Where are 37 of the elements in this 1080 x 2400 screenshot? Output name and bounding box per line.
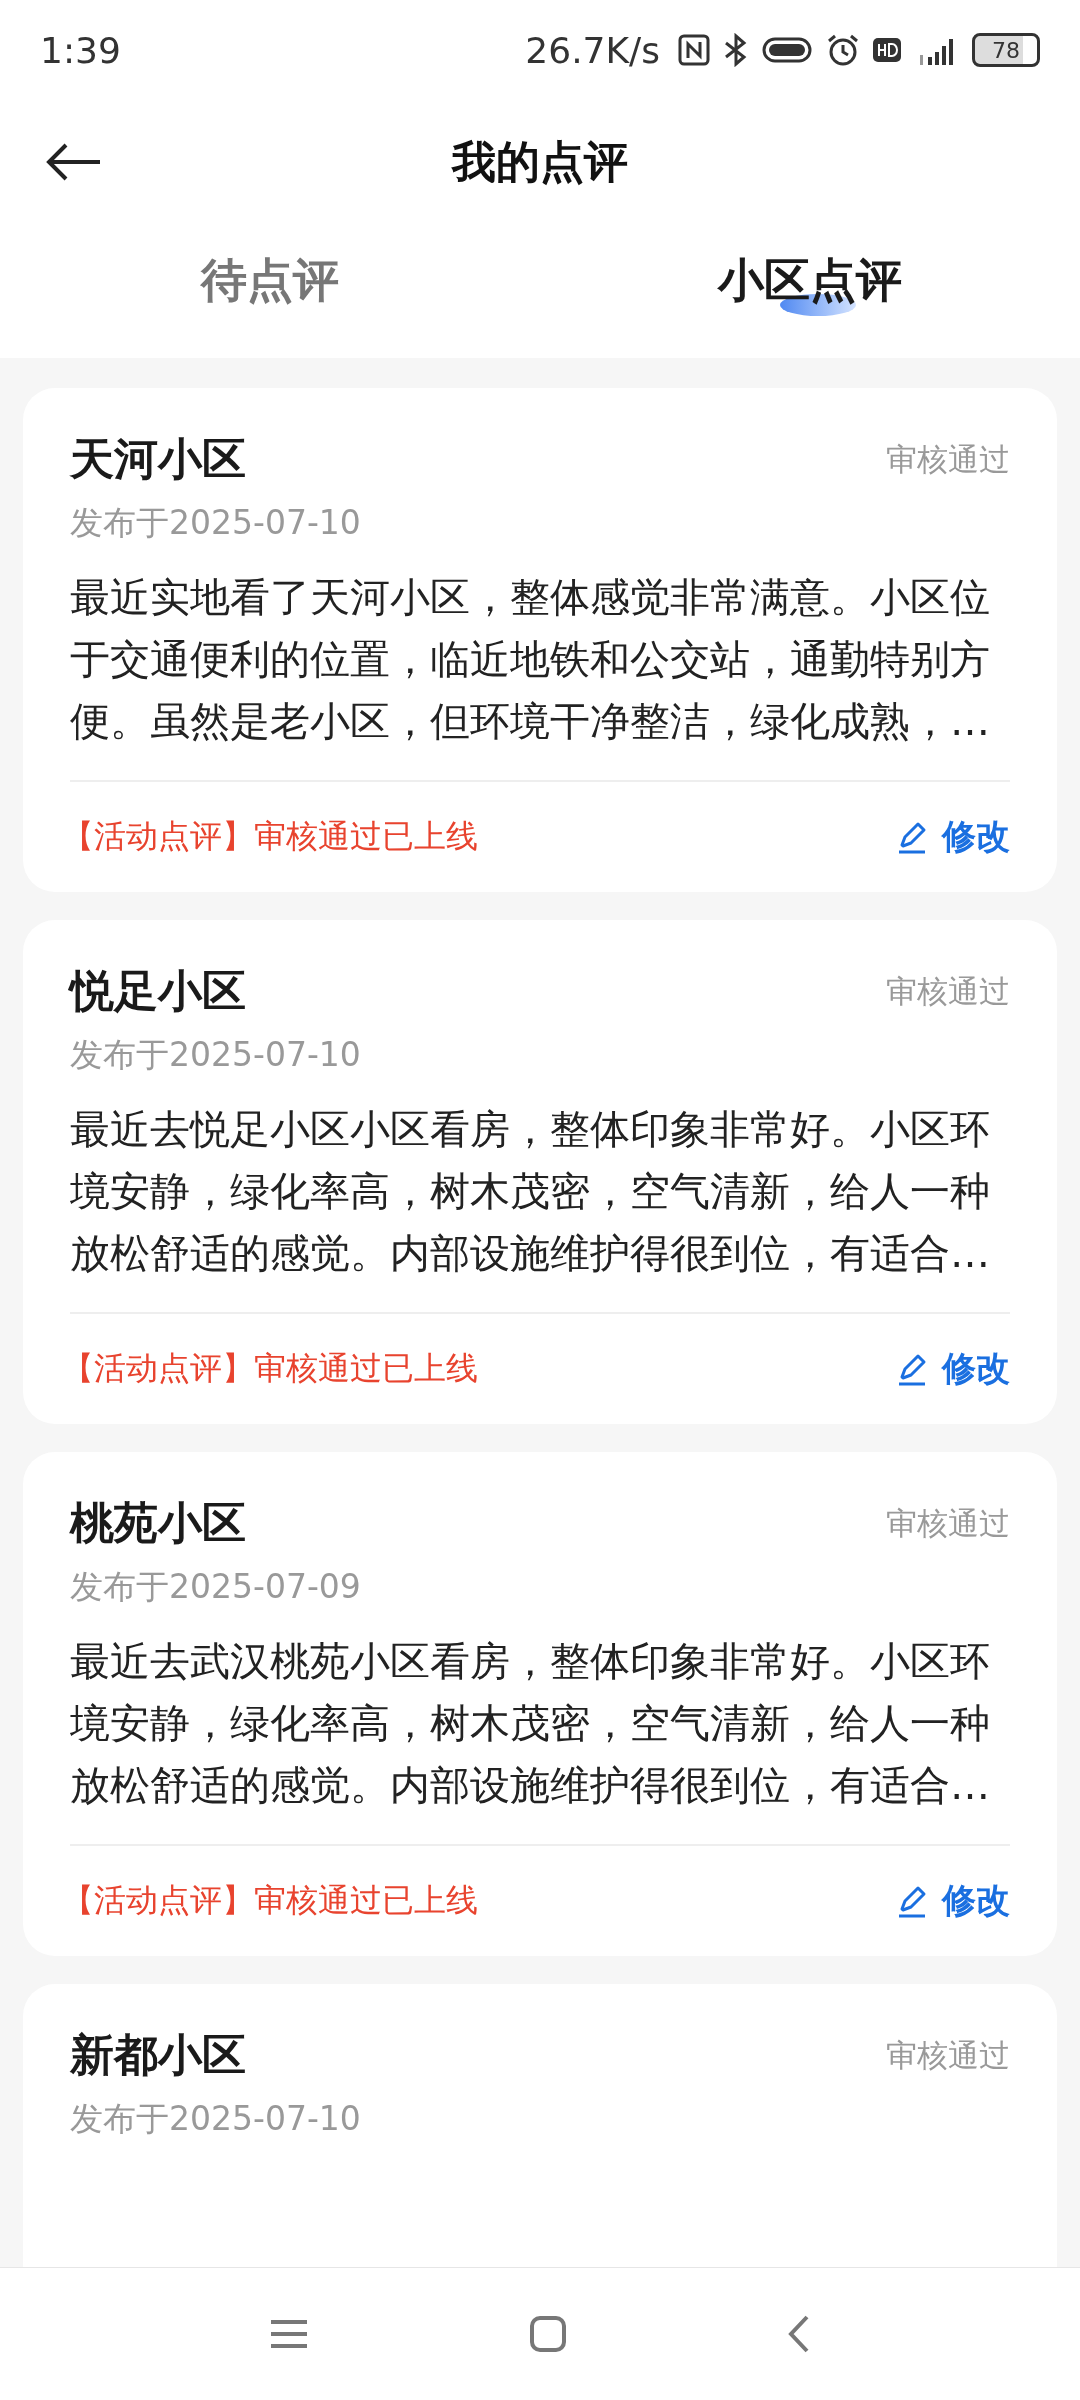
network-speed: 26.7K/s bbox=[525, 29, 660, 71]
review-note: 【活动点评】审核通过已上线 bbox=[62, 816, 478, 857]
review-card[interactable]: 天河小区 审核通过 发布于2025-07-10 最近实地看了天河小区，整体感觉非常满意。小区位于交通便利的位置，临近地铁和公交站，通勤特别方便。虽然是老小区，但环境干净整洁，绿化成熟，… 【活动点评】审核通过已上线 修改 bbox=[23, 388, 1057, 892]
review-status: 审核通过 bbox=[886, 2035, 1010, 2075]
alarm-icon bbox=[826, 33, 860, 67]
page-title: 我的点评 bbox=[452, 135, 628, 189]
community-name: 悦足小区 bbox=[70, 964, 246, 1018]
review-card[interactable]: 桃苑小区 审核通过 发布于2025-07-09 最近去武汉桃苑小区看房，整体印象非常好。小区环境安静，绿化率高，树木茂密，空气清新，给人一种放松舒适的感觉。内部设施维护得很到位，有适合… 【活动点评】审核通过已上线 修改 bbox=[23, 1452, 1057, 1956]
review-card[interactable]: 悦足小区 审核通过 发布于2025-07-10 最近去悦足小区小区看房，整体印象非常好。小区环境安静，绿化率高，树木茂密，空气清新，给人一种放松舒适的感觉。内部设施维护得很到位，有适合… 【活动点评】审核通过已上线 修改 bbox=[23, 920, 1057, 1424]
community-name: 新都小区 bbox=[70, 2028, 246, 2082]
review-text: 最近去武汉桃苑小区看房，整体印象非常好。小区环境安静，绿化率高，树木茂密，空气清新，给人一种放松舒适的感觉。内部设施维护得很到位，有适合… bbox=[70, 1637, 991, 1810]
edit-button[interactable]: 修改 bbox=[896, 814, 1010, 860]
publish-date: 发布于2025-07-09 bbox=[70, 1566, 361, 1608]
publish-date: 发布于2025-07-10 bbox=[70, 2098, 361, 2140]
review-text: 最近实地看了天河小区，整体感觉非常满意。小区位于交通便利的位置，临近地铁和公交站，通勤特别方便。虽然是老小区，但环境干净整洁，绿化成熟，… bbox=[70, 573, 991, 746]
home-icon[interactable] bbox=[529, 2315, 567, 2353]
community-name: 桃苑小区 bbox=[70, 1496, 246, 1550]
review-text: 最近去悦足小区小区看房，整体印象非常好。小区环境安静，绿化率高，树木茂密，空气清新，给人一种放松舒适的感觉。内部设施维护得很到位，有适合… bbox=[70, 1105, 991, 1278]
review-status: 审核通过 bbox=[886, 971, 1010, 1011]
menu-icon[interactable] bbox=[269, 2318, 309, 2350]
back-icon[interactable] bbox=[46, 142, 102, 182]
publish-date: 发布于2025-07-10 bbox=[70, 1034, 361, 1076]
tab[interactable]: 待点评 bbox=[201, 249, 339, 312]
review-note: 【活动点评】审核通过已上线 bbox=[62, 1880, 478, 1921]
edit-button[interactable]: 修改 bbox=[896, 1878, 1010, 1924]
community-name: 天河小区 bbox=[70, 432, 246, 486]
nfc-icon bbox=[678, 34, 710, 66]
review-status: 审核通过 bbox=[886, 1503, 1010, 1543]
review-card[interactable]: 新都小区 审核通过 发布于2025-07-10 bbox=[23, 1984, 1057, 2267]
edit-button[interactable]: 修改 bbox=[896, 1346, 1010, 1392]
link-icon bbox=[762, 35, 814, 65]
review-status: 审核通过 bbox=[886, 439, 1010, 479]
publish-date: 发布于2025-07-10 bbox=[70, 502, 361, 544]
review-note: 【活动点评】审核通过已上线 bbox=[62, 1348, 478, 1389]
status-time: 1:39 bbox=[40, 29, 121, 71]
hd-icon bbox=[872, 35, 902, 65]
battery-icon: 78 bbox=[972, 33, 1040, 67]
